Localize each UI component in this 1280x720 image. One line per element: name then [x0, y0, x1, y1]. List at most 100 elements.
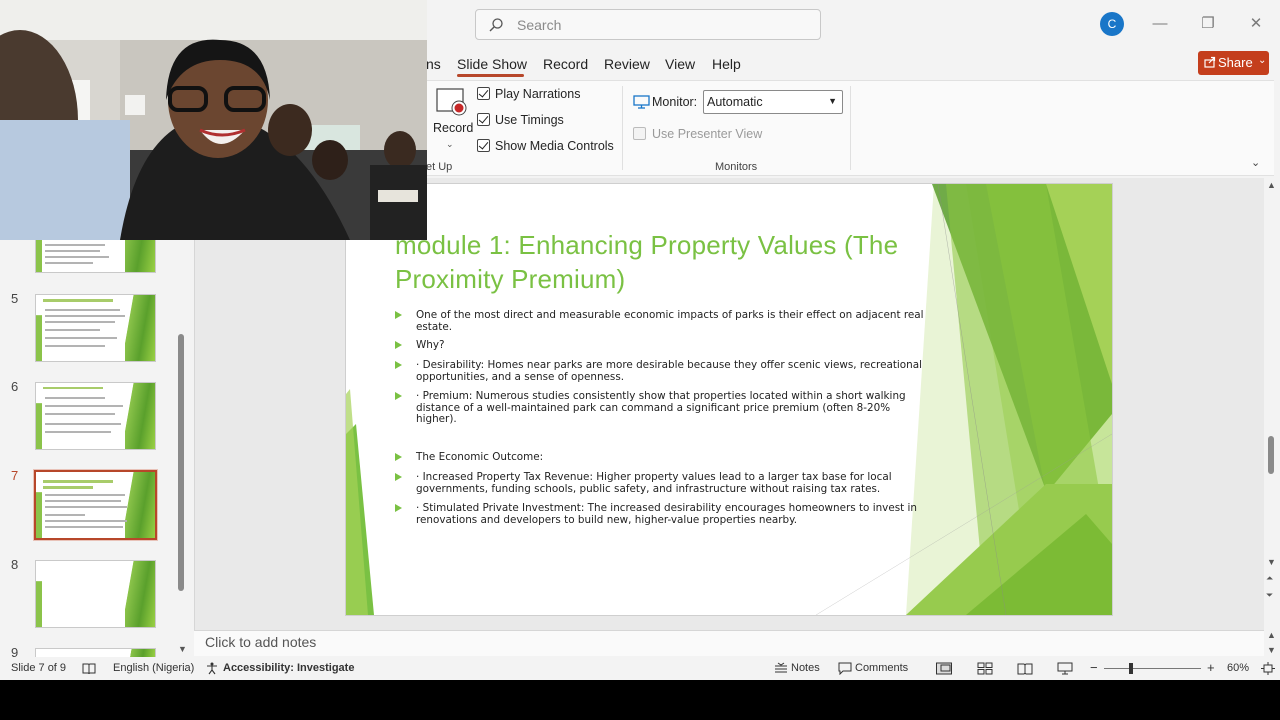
zoom-slider-handle[interactable] — [1129, 663, 1133, 674]
accessibility-status[interactable]: Accessibility: Investigate — [223, 662, 354, 674]
bullet-text: · Premium: Numerous studies consistently… — [416, 390, 906, 425]
thumb-line — [45, 520, 127, 522]
notes-placeholder: Click to add notes — [205, 634, 317, 650]
tab-review[interactable]: Review — [604, 56, 650, 72]
language-indicator[interactable]: English (Nigeria) — [113, 662, 194, 674]
scroll-up-arrow-icon[interactable]: ▲ — [1267, 180, 1276, 190]
collapse-ribbon-icon[interactable]: ⌄ — [1251, 156, 1260, 169]
account-avatar[interactable]: C — [1100, 12, 1124, 36]
show-media-controls-checkbox[interactable] — [477, 139, 490, 152]
thumb-decoration — [36, 561, 42, 627]
previous-slide-icon[interactable]: ⏶ — [1266, 573, 1273, 584]
slide-sorter-icon[interactable] — [977, 662, 993, 675]
record-icon[interactable] — [436, 88, 468, 118]
tab-help[interactable]: Help — [712, 56, 741, 72]
tab-record[interactable]: Record — [543, 56, 588, 72]
thumb-line — [45, 506, 127, 508]
notes-pane[interactable]: Click to add notes — [194, 630, 1264, 656]
chevron-down-icon: ▼ — [828, 96, 837, 106]
bullet-arrow-icon — [395, 504, 402, 512]
slide-number-7: 7 — [11, 468, 19, 483]
scroll-down-arrow-icon[interactable]: ▼ — [178, 644, 187, 654]
notes-scroll-up-icon[interactable]: ▲ — [1267, 630, 1276, 640]
thumb-line — [45, 413, 115, 415]
search-box[interactable]: Search — [475, 9, 821, 40]
webcam-video-feed — [0, 0, 427, 240]
accessibility-icon[interactable] — [205, 662, 219, 675]
thumb-line — [45, 309, 120, 311]
restore-button[interactable]: ❐ — [1194, 10, 1222, 38]
reading-view-icon[interactable] — [1017, 662, 1033, 675]
fit-window-icon[interactable] — [1261, 662, 1275, 675]
minimize-button[interactable]: — — [1146, 10, 1174, 38]
webcam-image — [0, 0, 427, 240]
bullet-text: · Desirability: Homes near parks are mor… — [416, 359, 922, 383]
close-button[interactable]: ✕ — [1242, 10, 1270, 38]
bullet-arrow-icon — [395, 392, 402, 400]
bullet-text: One of the most direct and measurable ec… — [416, 309, 924, 333]
comments-toggle[interactable]: Comments — [855, 662, 908, 674]
slide-thumbnail-5[interactable] — [35, 294, 156, 362]
next-slide-icon[interactable]: ⏷ — [1266, 590, 1273, 601]
bullet-text: · Increased Property Tax Revenue: Higher… — [416, 471, 892, 495]
slide-title[interactable]: module 1: Enhancing Property Values (The… — [395, 228, 955, 296]
record-label[interactable]: Record — [433, 121, 473, 135]
monitors-group-label: Monitors — [715, 161, 758, 173]
use-timings-label[interactable]: Use Timings — [495, 113, 564, 127]
tab-slide-show[interactable]: Slide Show — [457, 56, 527, 72]
thumb-decoration — [36, 295, 42, 361]
thumb-line — [45, 321, 115, 323]
bullet-arrow-icon — [395, 361, 402, 369]
zoom-in-button[interactable]: + — [1207, 660, 1215, 675]
tab-design-partial[interactable]: ns — [426, 56, 441, 72]
search-icon — [489, 18, 503, 32]
thumb-line — [45, 397, 105, 399]
bullet-arrow-icon — [395, 341, 402, 349]
thumb-decoration — [125, 383, 155, 449]
slide-thumbnail-6[interactable] — [35, 382, 156, 450]
notes-scroll-down-icon[interactable]: ▼ — [1267, 645, 1276, 655]
use-timings-checkbox[interactable] — [477, 113, 490, 126]
notes-toggle[interactable]: Notes — [791, 662, 820, 674]
play-narrations-checkbox[interactable] — [477, 87, 490, 100]
tab-view[interactable]: View — [665, 56, 695, 72]
powerpoint-window: Search C — ❐ ✕ ns Slide Show Record Revi… — [0, 0, 1280, 680]
zoom-slider[interactable] — [1104, 668, 1201, 669]
notes-icon[interactable] — [774, 662, 788, 675]
use-presenter-view-label[interactable]: Use Presenter View — [652, 127, 762, 141]
thumb-title — [43, 299, 113, 302]
zoom-level[interactable]: 60% — [1227, 662, 1249, 674]
monitor-select-value: Automatic — [707, 95, 763, 109]
thumb-line — [45, 526, 123, 528]
thumb-decoration — [125, 561, 155, 627]
monitor-select[interactable]: Automatic ▼ — [703, 90, 843, 114]
slideshow-icon[interactable] — [1057, 662, 1073, 675]
slide-thumbnail-8[interactable] — [35, 560, 156, 628]
thumb-line — [45, 494, 125, 496]
play-narrations-label[interactable]: Play Narrations — [495, 87, 580, 101]
thumb-line — [45, 514, 85, 516]
show-media-controls-label[interactable]: Show Media Controls — [495, 139, 614, 153]
thumb-line — [45, 244, 105, 246]
editor-scrollbar-thumb[interactable] — [1268, 436, 1274, 474]
zoom-out-button[interactable]: − — [1090, 660, 1098, 675]
chevron-down-icon[interactable]: ⌄ — [446, 139, 454, 150]
use-presenter-view-checkbox[interactable] — [633, 127, 646, 140]
share-button[interactable]: Share ⌄ — [1198, 51, 1269, 75]
slide-thumbnail-7-selected[interactable] — [33, 469, 158, 541]
chevron-down-icon: ⌄ — [1258, 55, 1267, 66]
status-bar: Slide 7 of 9 English (Nigeria) Accessibi… — [0, 657, 1280, 680]
monitor-label: Monitor: — [652, 95, 698, 109]
comments-icon[interactable] — [838, 662, 852, 675]
thumb-line — [45, 262, 93, 264]
thumbnail-scrollbar[interactable] — [178, 334, 184, 591]
current-slide[interactable]: module 1: Enhancing Property Values (The… — [346, 184, 1112, 615]
book-icon[interactable] — [82, 662, 96, 675]
scroll-down-arrow-icon[interactable]: ▼ — [1267, 557, 1276, 567]
normal-view-icon[interactable] — [936, 662, 952, 675]
thumb-line — [45, 500, 121, 502]
share-icon — [1204, 56, 1216, 68]
slide-number-6: 6 — [11, 379, 19, 394]
thumb-decoration — [125, 295, 155, 361]
bullet-arrow-icon — [395, 473, 402, 481]
